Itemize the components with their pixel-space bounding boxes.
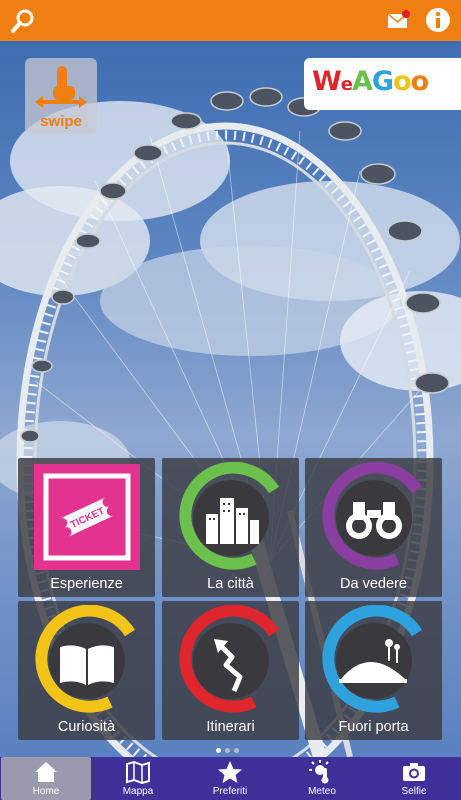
- page-dot: [216, 748, 221, 753]
- weagoo-logo[interactable]: WeAGoo: [304, 58, 461, 110]
- page-indicator: [214, 748, 248, 754]
- search-icon[interactable]: [10, 8, 36, 34]
- tile-da-vedere[interactable]: Da vedere: [305, 458, 442, 597]
- nav-mappa[interactable]: Mappa: [92, 757, 184, 800]
- weagoo-logo-text: WeAGoo: [312, 66, 429, 97]
- weather-icon: [309, 760, 329, 784]
- top-bar: [0, 0, 461, 41]
- map-icon: [126, 760, 150, 784]
- page-dot: [225, 748, 230, 753]
- page-dot: [234, 748, 239, 753]
- ticket-icon: TICKET: [34, 464, 140, 570]
- tile-la-citta[interactable]: La città: [162, 458, 299, 597]
- star-icon: [218, 761, 242, 783]
- tile-label: Curiosità: [57, 719, 116, 735]
- route-icon: [179, 605, 280, 713]
- nav-label: Mappa: [122, 786, 154, 797]
- nav-label: Home: [32, 786, 60, 797]
- book-icon: [35, 605, 136, 713]
- nav-home[interactable]: Home: [1, 757, 91, 800]
- tile-curiosita[interactable]: Curiosità: [18, 601, 155, 740]
- swipe-hand-icon: [35, 66, 87, 108]
- nav-label: Preferiti: [212, 786, 248, 797]
- swipe-logo: swipe: [25, 58, 97, 134]
- tile-fuori-porta[interactable]: Fuori porta: [305, 601, 442, 740]
- mail-icon[interactable]: [387, 10, 411, 30]
- tile-label: La città: [207, 576, 254, 592]
- nav-label: Selfie: [401, 786, 427, 797]
- tile-label: Esperienze: [50, 576, 123, 592]
- hill-icon: [322, 605, 423, 713]
- home-icon: [35, 762, 57, 782]
- bottom-nav: Home Mappa Preferiti Meteo Selfie: [0, 757, 461, 800]
- nav-meteo[interactable]: Meteo: [276, 757, 368, 800]
- nav-preferiti[interactable]: Preferiti: [184, 757, 276, 800]
- tile-itinerari[interactable]: Itinerari: [162, 601, 299, 740]
- tile-esperienze[interactable]: TICKET Esperienze: [18, 458, 155, 597]
- tile-label: Da vedere: [340, 576, 407, 592]
- tile-label: Fuori porta: [338, 719, 409, 735]
- tile-label: Itinerari: [206, 719, 255, 735]
- info-icon[interactable]: [424, 6, 452, 34]
- camera-icon: [403, 763, 425, 781]
- binoculars-icon: [322, 462, 423, 570]
- city-icon: [179, 462, 280, 570]
- nav-label: Meteo: [308, 786, 336, 797]
- swipe-logo-text: swipe: [40, 113, 82, 130]
- nav-selfie[interactable]: Selfie: [368, 757, 460, 800]
